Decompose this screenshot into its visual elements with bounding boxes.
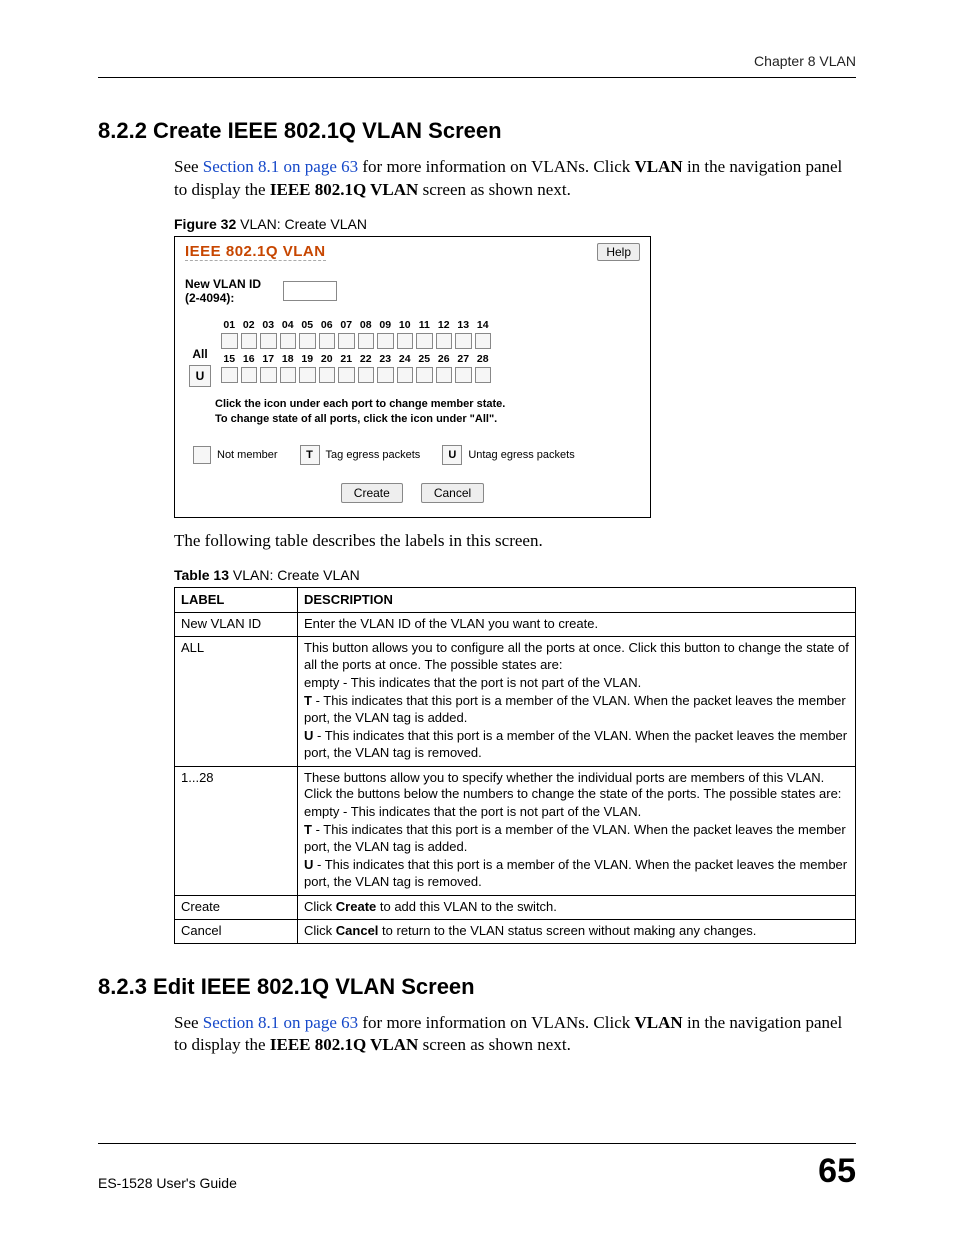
- section-heading-823: 8.2.3 Edit IEEE 802.1Q VLAN Screen: [98, 974, 856, 1000]
- figure-panel-title: IEEE 802.1Q VLAN: [185, 243, 326, 261]
- cell-desc: Click Cancel to return to the VLAN statu…: [298, 919, 856, 943]
- port-toggle[interactable]: [436, 333, 453, 349]
- legend-not-member: Not member: [217, 449, 278, 461]
- port-toggle[interactable]: [475, 367, 492, 383]
- page-footer: ES-1528 User's Guide 65: [98, 1143, 856, 1191]
- footer-guide-name: ES-1528 User's Guide: [98, 1175, 237, 1191]
- legend: Not member T Tag egress packets U Untag …: [193, 445, 640, 465]
- text: See: [174, 157, 203, 176]
- th-description: DESCRIPTION: [298, 587, 856, 613]
- port-numbers-row2: 1516171819202122232425262728: [221, 353, 491, 365]
- legend-u-icon: U: [442, 445, 462, 465]
- cell-label: ALL: [175, 637, 298, 766]
- port-toggle[interactable]: [260, 333, 277, 349]
- figure-hint: Click the icon under each port to change…: [215, 397, 640, 427]
- table-vlan-create: LABEL DESCRIPTION New VLAN ID Enter the …: [174, 587, 856, 944]
- table-row: New VLAN ID Enter the VLAN ID of the VLA…: [175, 613, 856, 637]
- table-row: 1...28 These buttons allow you to specif…: [175, 766, 856, 895]
- port-toggle[interactable]: [280, 333, 297, 349]
- new-vlan-id-label: New VLAN ID (2-4094):: [185, 277, 275, 305]
- link-section-8-1[interactable]: Section 8.1 on page 63: [203, 157, 358, 176]
- text: See: [174, 1013, 203, 1032]
- port-toggle[interactable]: [319, 367, 336, 383]
- port-toggle[interactable]: [455, 367, 472, 383]
- figure-number: Figure 32: [174, 216, 236, 232]
- port-toggle[interactable]: [416, 367, 433, 383]
- table-intro: The following table describes the labels…: [174, 530, 856, 553]
- text: for more information on VLANs. Click: [358, 157, 634, 176]
- text: screen as shown next.: [418, 1035, 571, 1054]
- page-header: Chapter 8 VLAN: [98, 55, 856, 78]
- legend-untag: Untag egress packets: [468, 449, 574, 461]
- table-caption: Table 13 VLAN: Create VLAN: [174, 567, 856, 583]
- table-row: Cancel Click Cancel to return to the VLA…: [175, 919, 856, 943]
- port-toggle[interactable]: [241, 333, 258, 349]
- table-row: ALL This button allows you to configure …: [175, 637, 856, 766]
- cell-label: Create: [175, 895, 298, 919]
- cell-desc: This button allows you to configure all …: [298, 637, 856, 766]
- all-ports-toggle[interactable]: U: [189, 365, 211, 387]
- cell-label: 1...28: [175, 766, 298, 895]
- port-toggle[interactable]: [475, 333, 492, 349]
- port-boxes-row1: [221, 333, 491, 349]
- port-toggle[interactable]: [416, 333, 433, 349]
- bold-vlan: VLAN: [635, 1013, 683, 1032]
- table-title: VLAN: Create VLAN: [229, 567, 360, 583]
- table-row: Create Click Create to add this VLAN to …: [175, 895, 856, 919]
- port-numbers-row1: 0102030405060708091011121314: [221, 319, 491, 331]
- port-toggle[interactable]: [221, 333, 238, 349]
- all-label: All: [192, 347, 207, 361]
- cell-label: Cancel: [175, 919, 298, 943]
- figure-caption: Figure 32 VLAN: Create VLAN: [174, 216, 856, 232]
- port-toggle[interactable]: [338, 333, 355, 349]
- port-toggle[interactable]: [299, 367, 316, 383]
- cell-label: New VLAN ID: [175, 613, 298, 637]
- cell-desc: These buttons allow you to specify wheth…: [298, 766, 856, 895]
- port-toggle[interactable]: [338, 367, 355, 383]
- port-toggle[interactable]: [221, 367, 238, 383]
- section-heading-822: 8.2.2 Create IEEE 802.1Q VLAN Screen: [98, 118, 856, 144]
- port-toggle[interactable]: [241, 367, 258, 383]
- cell-desc: Click Create to add this VLAN to the swi…: [298, 895, 856, 919]
- cell-desc: Enter the VLAN ID of the VLAN you want t…: [298, 613, 856, 637]
- legend-empty-icon: [193, 446, 211, 464]
- table-number: Table 13: [174, 567, 229, 583]
- port-toggle[interactable]: [260, 367, 277, 383]
- figure-title: VLAN: Create VLAN: [236, 216, 367, 232]
- help-button[interactable]: Help: [597, 243, 640, 261]
- port-toggle[interactable]: [397, 333, 414, 349]
- port-boxes-row2: [221, 367, 491, 383]
- bold-ieee: IEEE 802.1Q VLAN: [270, 180, 418, 199]
- link-section-8-1[interactable]: Section 8.1 on page 63: [203, 1013, 358, 1032]
- new-vlan-id-input[interactable]: [283, 281, 337, 301]
- legend-t-icon: T: [300, 445, 320, 465]
- port-toggle[interactable]: [377, 333, 394, 349]
- text: for more information on VLANs. Click: [358, 1013, 634, 1032]
- port-toggle[interactable]: [280, 367, 297, 383]
- legend-tag: Tag egress packets: [326, 449, 421, 461]
- section-822-paragraph: See Section 8.1 on page 63 for more info…: [174, 156, 856, 202]
- cancel-button[interactable]: Cancel: [421, 483, 484, 503]
- port-toggle[interactable]: [319, 333, 336, 349]
- header-chapter: Chapter 8 VLAN: [754, 53, 856, 69]
- text: screen as shown next.: [418, 180, 571, 199]
- port-toggle[interactable]: [358, 333, 375, 349]
- bold-vlan: VLAN: [635, 157, 683, 176]
- bold-ieee: IEEE 802.1Q VLAN: [270, 1035, 418, 1054]
- port-toggle[interactable]: [397, 367, 414, 383]
- port-toggle[interactable]: [377, 367, 394, 383]
- port-toggle[interactable]: [436, 367, 453, 383]
- th-label: LABEL: [175, 587, 298, 613]
- footer-page-number: 65: [818, 1152, 856, 1191]
- port-toggle[interactable]: [455, 333, 472, 349]
- figure-vlan-create: IEEE 802.1Q VLAN Help New VLAN ID (2-409…: [174, 236, 651, 518]
- create-button[interactable]: Create: [341, 483, 403, 503]
- section-823-paragraph: See Section 8.1 on page 63 for more info…: [174, 1012, 856, 1058]
- port-toggle[interactable]: [358, 367, 375, 383]
- port-toggle[interactable]: [299, 333, 316, 349]
